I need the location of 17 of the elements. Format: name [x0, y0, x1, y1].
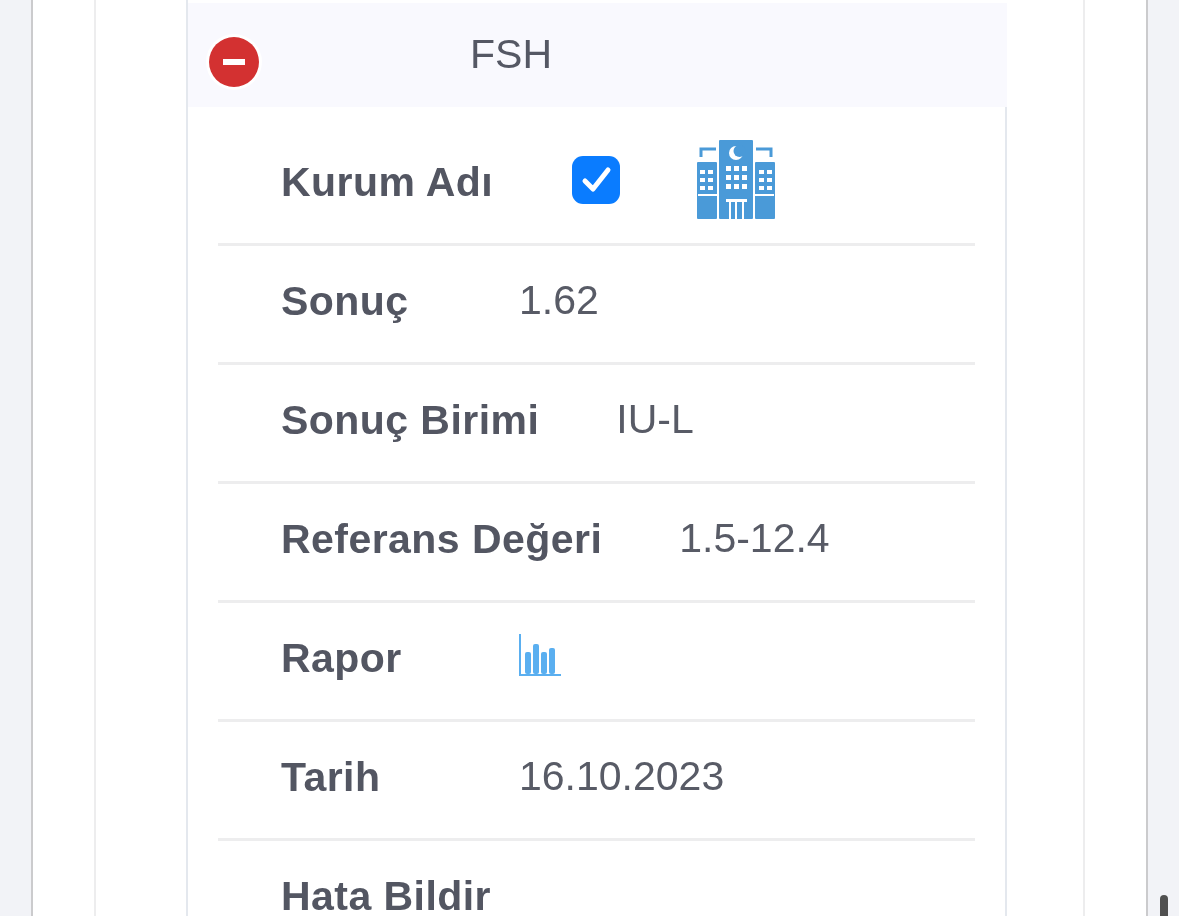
- section-title: FSH: [470, 30, 552, 80]
- checkbox[interactable]: [572, 156, 621, 204]
- scrollbar-thumb[interactable]: [1160, 895, 1168, 916]
- field-label: Tarih: [281, 756, 382, 798]
- field-label: Referans Değeri: [281, 518, 603, 560]
- building-icon: [697, 139, 776, 219]
- minus-icon[interactable]: [206, 34, 262, 90]
- field-value: 1.5-12.4: [679, 514, 830, 564]
- field-label: Hata Bildir: [281, 875, 491, 916]
- field-label: Kurum Adı: [281, 161, 494, 203]
- field-value: IU-L: [616, 395, 694, 445]
- field-value: 1.62: [519, 276, 599, 326]
- field-label: Rapor: [281, 637, 403, 679]
- field-value: 16.10.2023: [519, 752, 725, 802]
- field-label: Sonuç: [281, 280, 410, 322]
- bar-chart-icon[interactable]: [519, 634, 561, 676]
- field-label: Sonuç Birimi: [281, 399, 540, 441]
